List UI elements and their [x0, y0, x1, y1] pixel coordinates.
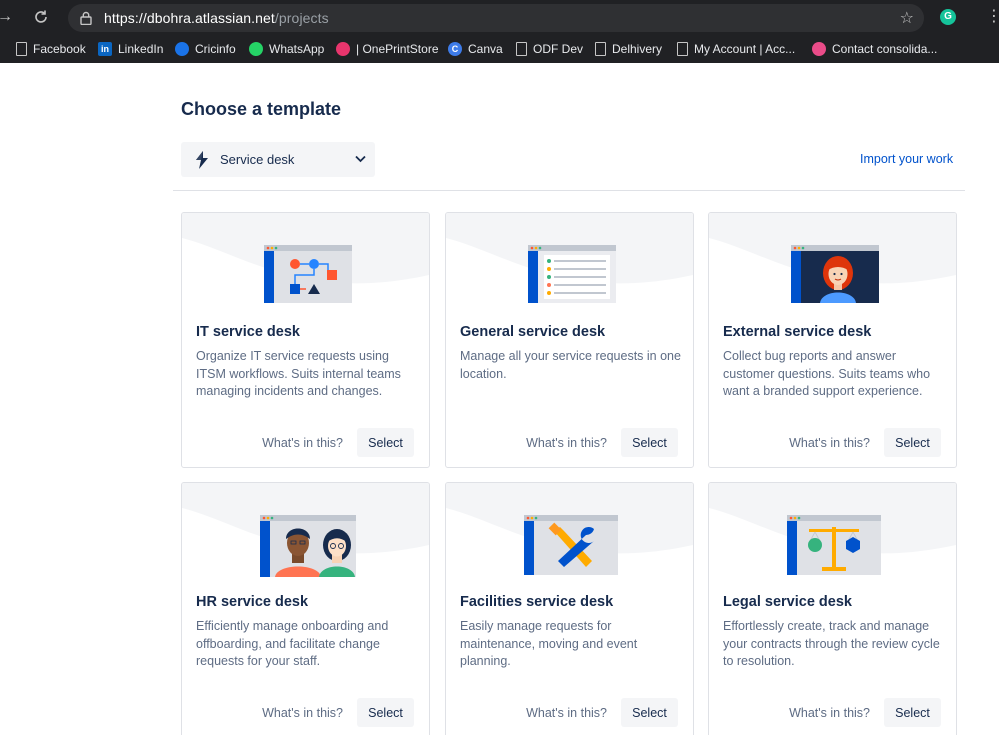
browser-chrome: → https://dbohra.atlassian.net/projects …: [0, 0, 999, 63]
bookmark-whatsapp[interactable]: WhatsApp: [249, 39, 324, 59]
card-description: Easily manage requests for maintenance, …: [460, 619, 638, 668]
url-path: /projects: [274, 10, 329, 26]
dropdown-value: Service desk: [220, 152, 295, 167]
card-title: Legal service desk: [723, 594, 852, 610]
whats-in-this-link[interactable]: What's in this?: [526, 706, 607, 720]
bookmark-label: WhatsApp: [269, 42, 325, 56]
whats-in-this-link[interactable]: What's in this?: [526, 436, 607, 450]
canva-icon: C: [448, 42, 462, 56]
chevron-down-icon: [355, 155, 366, 163]
bookmark-cricinfo[interactable]: Cricinfo: [175, 39, 236, 59]
reload-icon[interactable]: [32, 8, 50, 26]
template-card-legal[interactable]: Legal service desk Effortlessly create, …: [708, 482, 957, 735]
people-illustration-icon: [182, 483, 429, 577]
forward-arrow-icon[interactable]: →: [0, 8, 14, 26]
bookmark-contact[interactable]: Contact consolida...: [812, 39, 937, 59]
tools-illustration-icon: [446, 483, 693, 575]
select-button[interactable]: Select: [357, 698, 414, 727]
bookmark-label: Cricinfo: [195, 42, 236, 56]
template-card-external[interactable]: External service desk Collect bug report…: [708, 212, 957, 468]
cricinfo-icon: [175, 42, 189, 56]
bookmark-label: My Account | Acc...: [694, 42, 796, 56]
service-desk-bolt-icon: [196, 151, 208, 169]
select-button[interactable]: Select: [884, 428, 941, 457]
document-icon: [677, 42, 688, 56]
card-title: HR service desk: [196, 594, 309, 610]
linkedin-icon: in: [98, 42, 112, 56]
template-card-hr[interactable]: HR service desk Efficiently manage onboa…: [181, 482, 430, 735]
oneprintstore-icon: [336, 42, 350, 56]
card-description: Efficiently manage onboarding and offboa…: [196, 619, 389, 668]
header-divider: [173, 190, 965, 191]
url-host: https://dbohra.atlassian.net: [104, 10, 275, 26]
select-button[interactable]: Select: [621, 698, 678, 727]
address-row: → https://dbohra.atlassian.net/projects …: [0, 0, 999, 34]
template-type-dropdown[interactable]: Service desk: [181, 142, 375, 177]
bookmark-label: | OnePrintStore: [356, 42, 439, 56]
page-title: Choose a template: [181, 99, 342, 119]
bookmark-label: ODF Dev: [533, 42, 584, 56]
bookmark-my-account[interactable]: My Account | Acc...: [677, 39, 795, 59]
bookmark-label: Facebook: [33, 42, 86, 56]
bookmark-facebook[interactable]: Facebook: [16, 39, 86, 59]
bookmark-canva[interactable]: C Canva: [448, 39, 503, 59]
bookmark-oneprintstore[interactable]: | OnePrintStore: [336, 39, 439, 59]
card-title: General service desk: [460, 324, 606, 340]
bookmarks-bar: Facebook in LinkedIn Cricinfo WhatsApp | …: [0, 34, 999, 63]
card-description: Organize IT service requests using ITSM …: [196, 349, 401, 398]
bookmark-label: Delhivery: [612, 42, 663, 56]
template-card-it[interactable]: IT service desk Organize IT service requ…: [181, 212, 430, 468]
bookmark-linkedin[interactable]: in LinkedIn: [98, 39, 163, 59]
card-description: Effortlessly create, track and manage yo…: [723, 619, 940, 668]
import-your-work-link[interactable]: Import your work: [860, 152, 953, 166]
browser-menu-icon[interactable]: ⋮: [986, 6, 999, 26]
card-description: Collect bug reports and answer customer …: [723, 349, 931, 398]
customer-illustration-icon: [709, 213, 956, 303]
card-title: IT service desk: [196, 324, 300, 340]
whats-in-this-link[interactable]: What's in this?: [789, 706, 870, 720]
lock-icon: [80, 11, 92, 25]
whatsapp-icon: [249, 42, 263, 56]
template-card-general[interactable]: General service desk Manage all your ser…: [445, 212, 694, 468]
card-description: Manage all your service requests in one …: [460, 349, 681, 381]
bookmark-odf-dev[interactable]: ODF Dev: [516, 39, 583, 59]
select-button[interactable]: Select: [357, 428, 414, 457]
document-icon: [595, 42, 606, 56]
whats-in-this-link[interactable]: What's in this?: [262, 436, 343, 450]
card-title: External service desk: [723, 324, 872, 340]
dribbble-icon: [812, 42, 826, 56]
bookmark-label: Canva: [468, 42, 503, 56]
template-card-facilities[interactable]: Facilities service desk Easily manage re…: [445, 482, 694, 735]
address-bar[interactable]: https://dbohra.atlassian.net/projects ☆: [68, 4, 924, 32]
select-button[interactable]: Select: [621, 428, 678, 457]
bookmark-star-icon[interactable]: ☆: [900, 8, 914, 28]
whats-in-this-link[interactable]: What's in this?: [262, 706, 343, 720]
bookmark-delhivery[interactable]: Delhivery: [595, 39, 662, 59]
url-text: https://dbohra.atlassian.net/projects: [104, 10, 329, 26]
workflow-illustration-icon: [182, 213, 429, 303]
document-icon: [16, 42, 27, 56]
select-button[interactable]: Select: [884, 698, 941, 727]
document-icon: [516, 42, 527, 56]
whats-in-this-link[interactable]: What's in this?: [789, 436, 870, 450]
bookmark-label: Contact consolida...: [832, 42, 938, 56]
scales-illustration-icon: [709, 483, 956, 575]
card-title: Facilities service desk: [460, 594, 614, 610]
bookmark-label: LinkedIn: [118, 42, 164, 56]
checklist-illustration-icon: [446, 213, 693, 303]
grammarly-extension-icon[interactable]: G: [940, 9, 956, 25]
